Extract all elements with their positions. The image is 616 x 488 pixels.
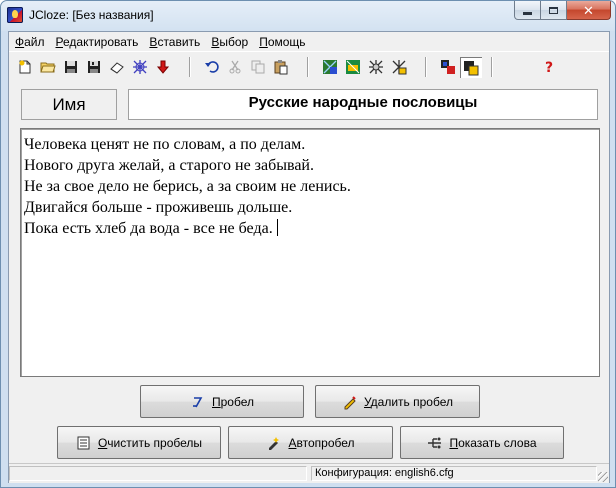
copy-icon[interactable] xyxy=(249,58,267,76)
gap-button[interactable]: Пробел xyxy=(140,385,304,418)
menu-file-label: айл xyxy=(24,34,45,49)
status-bar: Конфигурация: english6.cfg xyxy=(9,463,609,483)
menu-bar: Файл Редактировать Вставить Выбор Помощь xyxy=(9,32,609,51)
web-export-2-icon[interactable] xyxy=(344,58,362,76)
gap-icon xyxy=(190,394,206,410)
menu-help-mnemonic: П xyxy=(259,34,268,49)
open-folder-icon[interactable] xyxy=(39,58,57,76)
show-words-button-mnemonic: П xyxy=(449,435,459,450)
config-icon[interactable] xyxy=(439,58,457,76)
paste-icon[interactable] xyxy=(272,58,290,76)
menu-help-label: омощь xyxy=(267,34,306,49)
client-area: Файл Редактировать Вставить Выбор Помощь xyxy=(8,31,610,483)
gap-button-label: Пробел xyxy=(212,395,254,409)
delete-gap-button[interactable]: Удалить пробел xyxy=(315,385,480,418)
auto-gap-button-mnemonic: А xyxy=(288,435,297,450)
web-export-3-icon[interactable] xyxy=(367,58,385,76)
delete-gap-button-mnemonic: У xyxy=(363,394,371,409)
text-caret xyxy=(276,219,278,236)
minimize-button[interactable] xyxy=(514,1,541,20)
clear-gaps-button-label: Очистить пробелы xyxy=(98,436,202,450)
text-line-last: Пока есть хлеб да вода - все не беда. xyxy=(24,218,596,239)
window-title: JCloze: [Без названия] xyxy=(29,8,154,22)
name-label: Имя xyxy=(21,89,117,120)
text-line: Нового друга желай, а старого не забывай… xyxy=(24,157,314,174)
toolbar: ? xyxy=(9,51,609,82)
menu-insert-label: ставить xyxy=(157,34,201,49)
undo-icon[interactable] xyxy=(203,58,221,76)
menu-select-label: ыбор xyxy=(219,34,249,49)
show-words-button[interactable]: Показать слова xyxy=(400,426,564,459)
menu-select[interactable]: Выбор xyxy=(205,35,253,49)
show-words-button-text: оказать слова xyxy=(458,435,537,450)
web-export-4-icon[interactable] xyxy=(390,58,408,76)
text-line: Двигайся больше - проживешь дольше. xyxy=(24,199,293,216)
toolbar-separator xyxy=(189,57,191,77)
auto-gap-button-label: Автопробел xyxy=(288,436,354,450)
menu-insert[interactable]: Вставить xyxy=(143,35,205,49)
menu-file-mnemonic: Ф xyxy=(15,34,25,49)
show-words-icon xyxy=(427,435,443,451)
toolbar-separator xyxy=(491,57,493,77)
window-controls: ✕ xyxy=(514,1,611,21)
auto-gap-button[interactable]: Автопробел xyxy=(228,426,393,459)
save-as-icon[interactable] xyxy=(85,58,103,76)
gap-button-text: робел xyxy=(220,394,254,409)
web-net-icon[interactable] xyxy=(131,58,149,76)
maximize-button[interactable] xyxy=(541,1,567,20)
web-export-1-icon[interactable] xyxy=(321,58,339,76)
arrow-down-icon[interactable] xyxy=(154,58,172,76)
clear-gaps-icon xyxy=(76,435,92,451)
title-bar[interactable]: JCloze: [Без названия] ✕ xyxy=(1,1,615,31)
menu-help[interactable]: Помощь xyxy=(253,35,310,49)
menu-edit-label: едактировать xyxy=(63,34,139,49)
svg-text:?: ? xyxy=(545,60,553,75)
eraser-icon[interactable] xyxy=(108,58,126,76)
app-window: JCloze: [Без названия] ✕ Файл Редактиров… xyxy=(0,0,616,488)
save-icon[interactable] xyxy=(62,58,80,76)
text-line: Не за свое дело не берись, а за своим не… xyxy=(24,178,351,195)
auto-gap-button-text: втопробел xyxy=(296,435,355,450)
resize-grip[interactable] xyxy=(598,472,608,482)
delete-gap-icon xyxy=(342,394,358,410)
toolbar-separator xyxy=(425,57,427,77)
help-icon[interactable]: ? xyxy=(540,58,558,76)
delete-gap-button-label: Удалить пробел xyxy=(364,395,453,409)
clear-gaps-button[interactable]: Очистить пробелы xyxy=(57,426,221,459)
toolbar-separator xyxy=(307,57,309,77)
maximize-icon xyxy=(549,6,558,14)
status-config: Конфигурация: english6.cfg xyxy=(311,466,597,481)
text-line: Человека ценят не по словам, а по делам. xyxy=(24,136,306,153)
text-line-last-text: Пока есть хлеб да вода - все не беда. xyxy=(24,220,273,237)
clear-gaps-button-mnemonic: О xyxy=(97,435,108,450)
app-logo-icon[interactable] xyxy=(7,7,23,23)
close-button[interactable]: ✕ xyxy=(567,1,611,20)
status-cell-main xyxy=(9,466,307,481)
options-icon[interactable] xyxy=(460,57,482,78)
close-icon: ✕ xyxy=(583,2,594,18)
clear-gaps-button-text: чистить пробелы xyxy=(107,435,203,450)
menu-edit-mnemonic: Р xyxy=(55,34,63,49)
menu-file[interactable]: Файл xyxy=(9,35,50,49)
exercise-text-area[interactable]: Человека ценят не по словам, а по делам.… xyxy=(20,128,600,377)
main-panel: Имя Русские народные пословицы Человека … xyxy=(9,81,609,482)
menu-edit[interactable]: Редактировать xyxy=(50,35,144,49)
delete-gap-button-text: далить пробел xyxy=(370,394,453,409)
cut-icon[interactable] xyxy=(226,58,244,76)
auto-gap-icon xyxy=(266,435,282,451)
show-words-button-label: Показать слова xyxy=(449,436,536,450)
new-file-icon[interactable] xyxy=(16,58,34,76)
exercise-title-field[interactable]: Русские народные пословицы xyxy=(128,89,598,120)
minimize-icon xyxy=(523,11,532,15)
gap-button-mnemonic: П xyxy=(212,394,221,409)
